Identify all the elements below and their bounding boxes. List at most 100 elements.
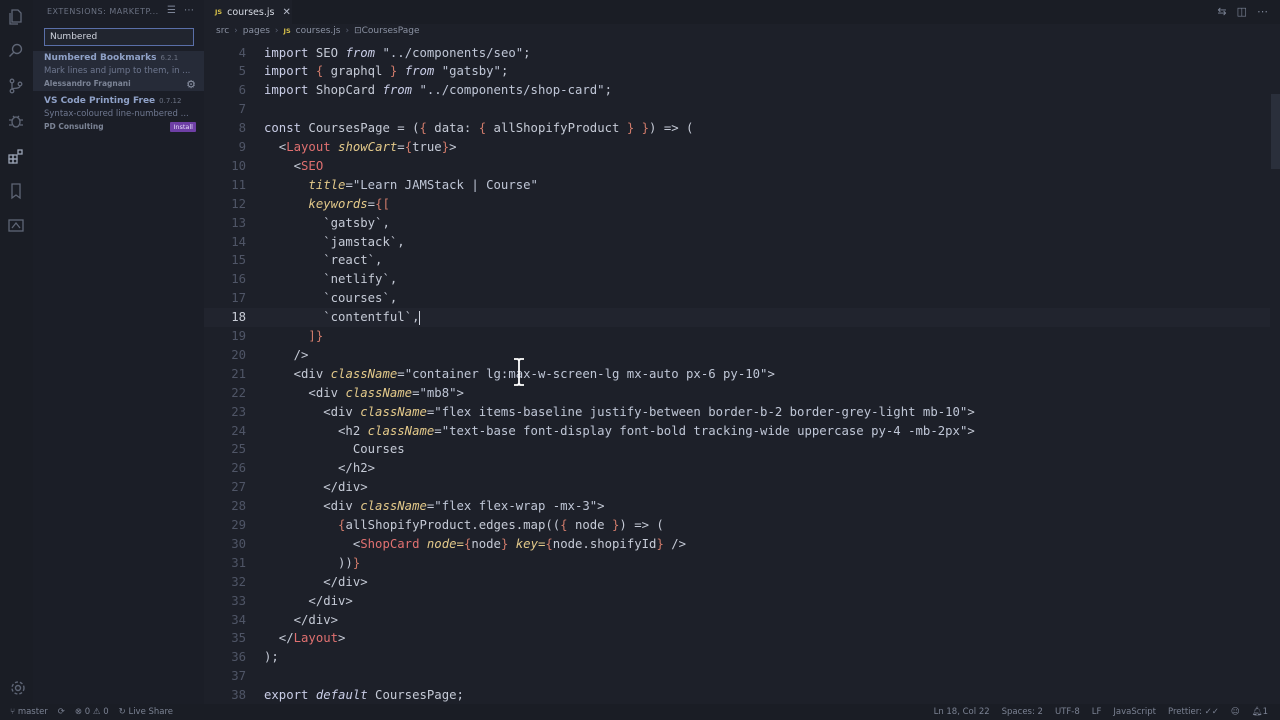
explorer-icon[interactable] — [6, 7, 26, 27]
filter-list-icon[interactable]: ☰ — [167, 5, 176, 16]
code-line[interactable]: 15 `react`, — [204, 251, 1270, 270]
code-line[interactable]: 21 <div className="container lg:max-w-sc… — [204, 365, 1270, 384]
branch-indicator[interactable]: ⑂ master — [10, 707, 48, 717]
line-number: 13 — [231, 215, 246, 230]
code-line[interactable]: 27 </div> — [204, 478, 1270, 497]
prettier-status[interactable]: Prettier: ✓✓ — [1168, 707, 1219, 717]
code-line[interactable]: 9 <Layout showCart={true}> — [204, 138, 1270, 157]
code-line[interactable]: 17 `courses`, — [204, 289, 1270, 308]
code-line[interactable]: 26 </h2> — [204, 459, 1270, 478]
live-share-button[interactable]: ↻ Live Share — [119, 707, 173, 717]
code-line[interactable]: 30 <ShopCard node={node} key={node.shopi… — [204, 535, 1270, 554]
code-line[interactable]: 37 — [204, 667, 1270, 686]
install-button[interactable]: Install — [170, 122, 196, 132]
extension-item[interactable]: Numbered Bookmarks 6.2.1 Mark lines and j… — [33, 51, 204, 91]
code-text: ]} — [308, 329, 324, 343]
line-number: 16 — [231, 272, 246, 287]
sync-icon[interactable]: ⟳ — [58, 707, 65, 717]
notifications[interactable]: 🔔︎1 — [1252, 707, 1268, 717]
sidebar-toolbar: ☰ ⋯ — [167, 5, 194, 16]
code-line[interactable]: 22 <div className="mb8"> — [204, 384, 1270, 403]
extensions-icon[interactable] — [6, 146, 26, 166]
code-line[interactable]: 11 title="Learn JAMStack | Course" — [204, 176, 1270, 195]
code-text: `netlify`, — [264, 272, 398, 287]
encoding[interactable]: UTF-8 — [1055, 707, 1080, 717]
code-line[interactable]: 7 — [204, 100, 1270, 119]
line-number: 36 — [231, 650, 246, 665]
close-icon[interactable]: ✕ — [282, 7, 290, 18]
code-text: <div className="flex items-baseline just… — [264, 404, 975, 419]
chevron-right-icon: › — [274, 26, 279, 36]
debug-icon[interactable] — [6, 111, 26, 131]
editor-scrollbar[interactable] — [1270, 42, 1280, 704]
code-line[interactable]: 23 <div className="flex items-baseline j… — [204, 403, 1270, 422]
code-line[interactable]: 13 `gatsby`, — [204, 214, 1270, 233]
extension-publisher: Alessandro Fragnani — [44, 79, 131, 88]
status-bar: ⑂ master ⟳ ⊗ 0 ⚠ 0 ↻ Live Share Ln 18, C… — [0, 704, 1280, 720]
line-number: 7 — [238, 102, 246, 117]
code-line[interactable]: 33 </div> — [204, 592, 1270, 611]
code-editor[interactable]: 4 import SEO from "../components/seo"; 5 im… — [204, 42, 1270, 704]
breadcrumb-item[interactable]: src — [216, 26, 229, 36]
more-actions-icon[interactable]: ⋯ — [184, 5, 194, 16]
remote-explorer-icon[interactable] — [6, 216, 26, 236]
code-line[interactable]: 18 `contentful`, — [204, 308, 1270, 327]
problems-indicator[interactable]: ⊗ 0 ⚠ 0 — [75, 707, 109, 717]
line-number: 22 — [231, 385, 246, 400]
code-line[interactable]: 29 {allShopifyProduct.edges.map(({ node … — [204, 516, 1270, 535]
code-line[interactable]: 19 ]} — [204, 327, 1270, 346]
code-line[interactable]: 10 <SEO — [204, 157, 1270, 176]
line-number: 9 — [238, 140, 246, 154]
more-actions-icon[interactable]: ⋯ — [1257, 5, 1268, 18]
cursor-position[interactable]: Ln 18, Col 22 — [934, 707, 990, 717]
code-line[interactable]: 36); — [204, 648, 1270, 667]
code-line[interactable]: 31 ))} — [204, 554, 1270, 573]
code-line[interactable]: 5 import { graphql } from "gatsby"; — [204, 62, 1270, 81]
code-line[interactable]: 38 export default CoursesPage; — [204, 686, 1270, 705]
indentation[interactable]: Spaces: 2 — [1002, 707, 1043, 717]
code-line[interactable]: 14 `jamstack`, — [204, 233, 1270, 252]
code-text: Courses — [264, 442, 405, 457]
language-mode[interactable]: JavaScript — [1113, 707, 1156, 717]
search-icon[interactable] — [6, 41, 26, 61]
line-number: 11 — [231, 177, 246, 192]
breadcrumb-item[interactable]: ⊡CoursesPage — [354, 26, 419, 36]
source-control-icon[interactable] — [6, 76, 26, 96]
code-line[interactable]: 34 </div> — [204, 611, 1270, 630]
line-number: 31 — [231, 555, 246, 570]
code-line[interactable]: 24 <h2 className="text-base font-display… — [204, 422, 1270, 441]
gear-icon[interactable]: ⚙ — [186, 78, 196, 91]
split-editor-icon[interactable]: ◫ — [1237, 5, 1247, 18]
line-number: 26 — [231, 461, 246, 476]
code-text: ); — [264, 650, 279, 665]
extensions-sidebar: EXTENSIONS: MARKETP... ☰ ⋯ Numbered Book… — [33, 0, 204, 704]
settings-gear-icon[interactable] — [8, 678, 28, 698]
extension-item[interactable]: VS Code Printing Free 0.7.12 Syntax-colou… — [33, 94, 204, 134]
open-changes-icon[interactable]: ⇆ — [1217, 5, 1226, 18]
live-share-icon: ↻ — [118, 707, 129, 717]
code-line[interactable]: 25 Courses — [204, 440, 1270, 459]
line-number: 23 — [231, 404, 246, 419]
end-of-line[interactable]: LF — [1092, 707, 1102, 717]
code-text: title="Learn JAMStack | Course" — [308, 177, 538, 192]
code-line[interactable]: 16 `netlify`, — [204, 270, 1270, 289]
breadcrumb-item[interactable]: pages — [243, 26, 270, 36]
line-number: 20 — [231, 347, 246, 362]
code-line[interactable]: 35 </Layout> — [204, 629, 1270, 648]
code-line[interactable]: 4 import SEO from "../components/seo"; — [204, 44, 1270, 63]
code-line[interactable]: 28 <div className="flex flex-wrap -mx-3"… — [204, 497, 1270, 516]
line-number: 14 — [231, 234, 246, 249]
feedback-icon[interactable]: ☺ — [1231, 707, 1240, 717]
breadcrumb-item[interactable]: courses.js — [296, 26, 341, 36]
code-line[interactable]: 32 </div> — [204, 573, 1270, 592]
code-text: </div> — [264, 593, 353, 608]
code-line[interactable]: 6 import ShopCard from "../components/sho… — [204, 81, 1270, 100]
line-number: 25 — [231, 442, 246, 457]
code-line[interactable]: 8 const CoursesPage = ({ data: { allShopi… — [204, 119, 1270, 138]
tab-courses-js[interactable]: JS courses.js ✕ — [204, 0, 292, 24]
scrollbar-thumb[interactable] — [1271, 94, 1280, 169]
bookmark-icon[interactable] — [6, 181, 26, 201]
extension-search-input[interactable] — [44, 28, 194, 46]
code-line[interactable]: 20 /> — [204, 346, 1270, 365]
code-line[interactable]: 12 keywords={[ — [204, 195, 1270, 214]
